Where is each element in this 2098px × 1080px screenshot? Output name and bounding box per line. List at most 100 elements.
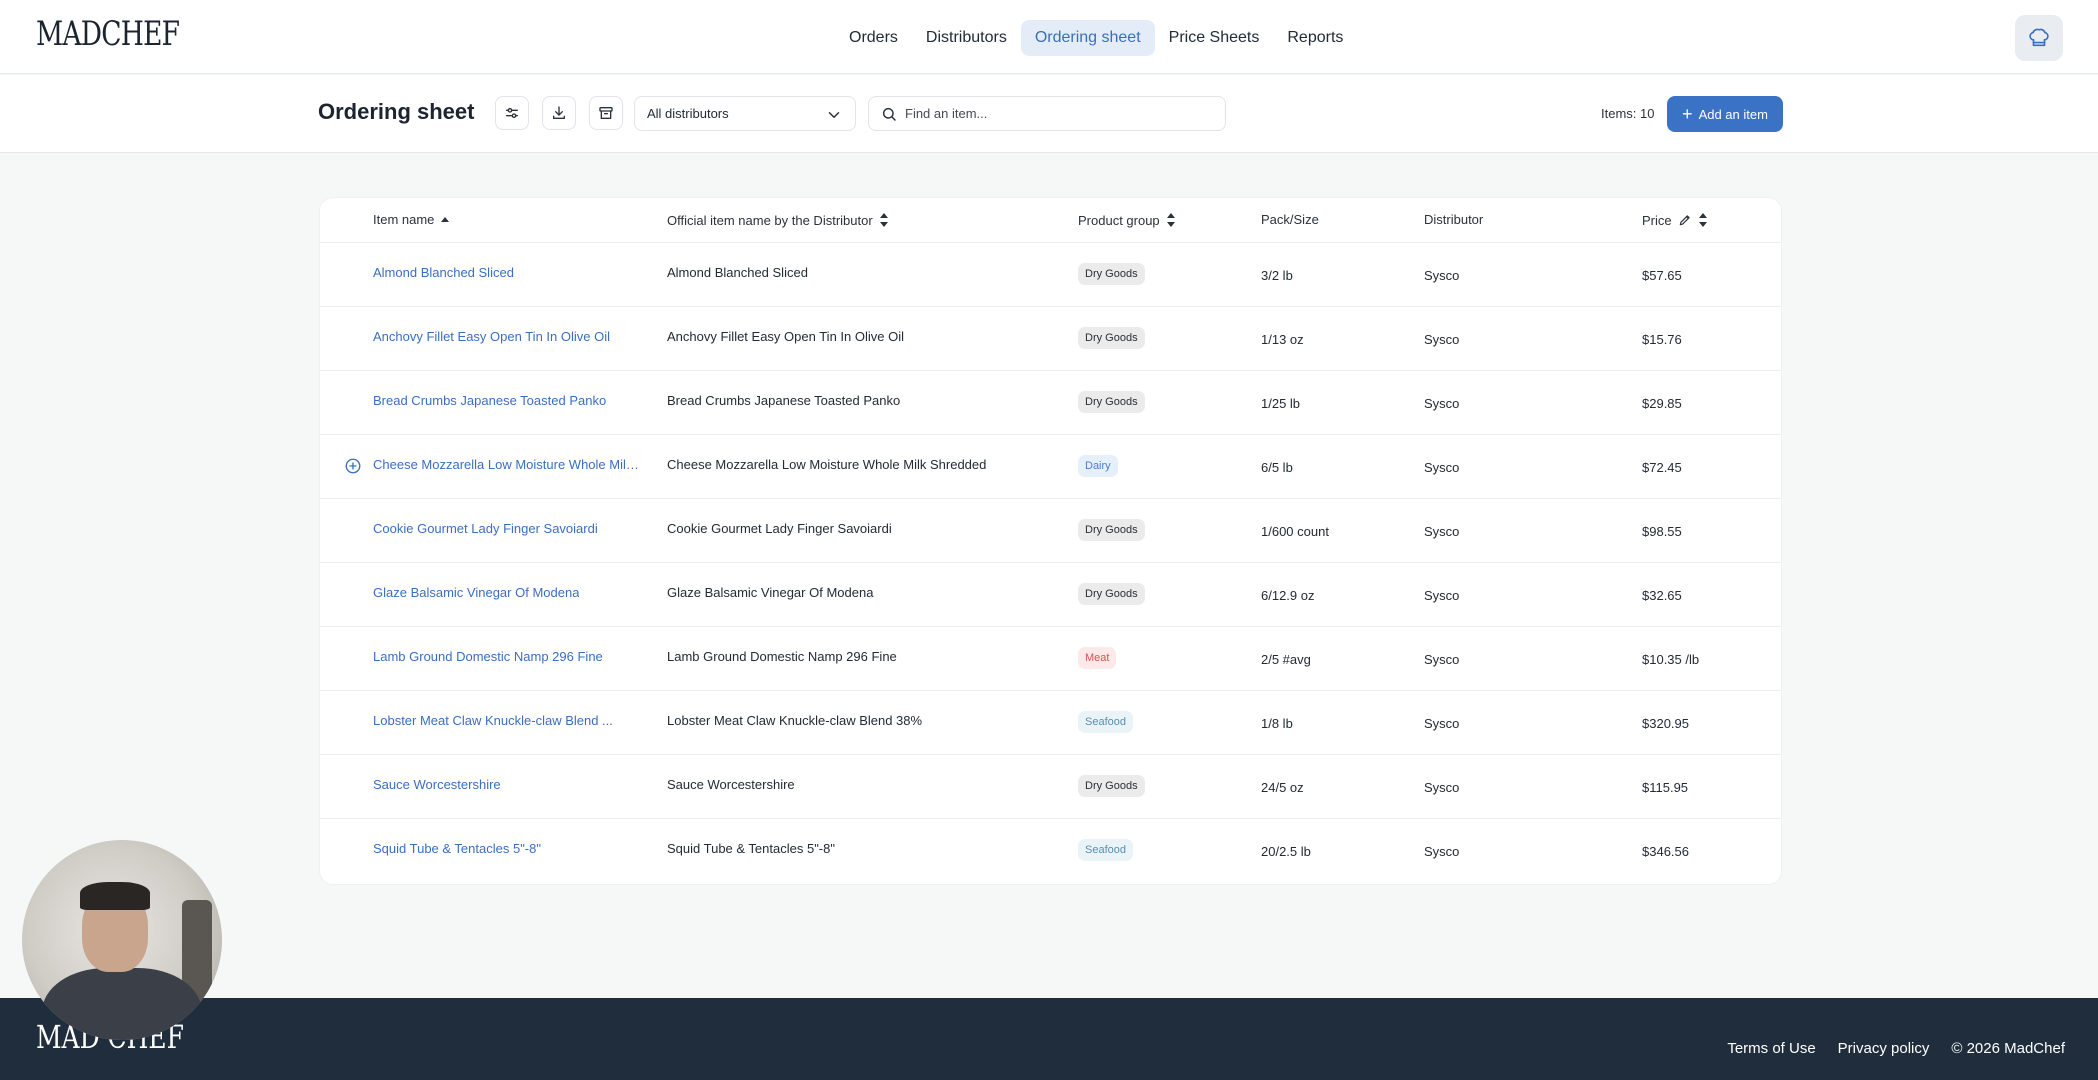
price-value: $346.56 — [1642, 844, 1689, 859]
distributor-name: Sysco — [1424, 268, 1460, 283]
search-icon — [882, 107, 896, 121]
distributor-select[interactable]: All distributors — [634, 96, 856, 131]
table-row: Almond Blanched Sliced Almond Blanched Sl… — [320, 243, 1781, 307]
header-distributor-label: Distributor — [1424, 212, 1484, 227]
pack-size: 1/600 count — [1261, 524, 1329, 539]
webcam-person-body — [42, 968, 202, 1040]
price-value: $10.35 /lb — [1642, 652, 1700, 667]
nav-ordering-sheet[interactable]: Ordering sheet — [1020, 20, 1155, 56]
distributor-name: Sysco — [1424, 396, 1460, 411]
footer-terms-link[interactable]: Terms of Use — [1727, 1040, 1815, 1057]
official-item-name: Glaze Balsamic Vinegar Of Modena — [667, 585, 874, 600]
add-item-button[interactable]: + Add an item — [1667, 96, 1783, 132]
plus-icon: + — [1682, 104, 1693, 124]
header-price[interactable]: Price — [1642, 212, 1708, 228]
nav-price-sheets[interactable]: Price Sheets — [1155, 20, 1274, 56]
item-name-link[interactable]: Almond Blanched Sliced — [373, 265, 514, 280]
pack-size: 1/25 lb — [1261, 396, 1301, 411]
table-row: Cheese Mozzarella Low Moisture Whole Mil… — [320, 435, 1781, 499]
pencil-icon[interactable] — [1678, 213, 1692, 227]
table-header: Item name Official item name by the Dist… — [320, 198, 1781, 243]
table-row: Squid Tube & Tentacles 5"-8" Squid Tube &… — [320, 819, 1781, 883]
distributor-name: Sysco — [1424, 844, 1460, 859]
official-item-name: Sauce Worcestershire — [667, 777, 795, 792]
webcam-person-hair — [80, 882, 150, 910]
table-row: Bread Crumbs Japanese Toasted Panko Bread… — [320, 371, 1781, 435]
product-group-badge: Seafood — [1078, 711, 1133, 733]
pack-size: 24/5 oz — [1261, 780, 1304, 795]
download-icon — [553, 106, 565, 119]
header-official-name[interactable]: Official item name by the Distributor — [667, 212, 889, 228]
item-name-link[interactable]: Lobster Meat Claw Knuckle-claw Blend ... — [373, 713, 613, 728]
price-value: $115.95 — [1642, 780, 1689, 795]
product-group-cell: Dry Goods — [1078, 263, 1145, 285]
nav-orders[interactable]: Orders — [835, 20, 912, 56]
sort-icon — [1698, 213, 1707, 227]
footer-privacy-link[interactable]: Privacy policy — [1838, 1040, 1930, 1057]
price-value: $98.55 — [1642, 524, 1682, 539]
price-value: $32.65 — [1642, 588, 1682, 603]
download-button[interactable] — [542, 96, 576, 130]
official-item-name: Cheese Mozzarella Low Moisture Whole Mil… — [667, 457, 987, 472]
table-row: Glaze Balsamic Vinegar Of Modena Glaze Ba… — [320, 563, 1781, 627]
item-name-link[interactable]: Sauce Worcestershire — [373, 777, 501, 792]
header-item-name-label: Item name — [373, 212, 435, 227]
product-group-cell: Meat — [1078, 647, 1117, 669]
sliders-icon — [506, 108, 518, 118]
item-name-link[interactable]: Glaze Balsamic Vinegar Of Modena — [373, 585, 579, 600]
webcam-overlay — [22, 840, 222, 1040]
header-product-group-label: Product group — [1078, 212, 1160, 228]
chevron-down-icon — [828, 112, 840, 118]
product-group-badge: Dairy — [1078, 455, 1118, 477]
official-item-name: Lobster Meat Claw Knuckle-claw Blend 38% — [667, 713, 923, 728]
add-circle-icon[interactable] — [344, 457, 362, 480]
product-group-cell: Dairy — [1078, 455, 1118, 477]
page-toolbar: Ordering sheet All distributors Items: 1… — [0, 75, 2098, 153]
item-name-link[interactable]: Anchovy Fillet Easy Open Tin In Olive Oi… — [373, 329, 610, 344]
footer-copyright: © 2026 MadChef — [1951, 1040, 2065, 1057]
nav-distributors[interactable]: Distributors — [912, 20, 1021, 56]
item-name-link[interactable]: Squid Tube & Tentacles 5"-8" — [373, 841, 541, 856]
item-name-link[interactable]: Cheese Mozzarella Low Moisture Whole Mil… — [373, 457, 643, 472]
pack-size: 1/13 oz — [1261, 332, 1304, 347]
header-pack-size-label: Pack/Size — [1261, 212, 1319, 227]
pack-size: 6/12.9 oz — [1261, 588, 1315, 603]
search-input[interactable] — [905, 106, 1205, 121]
item-name-link[interactable]: Lamb Ground Domestic Namp 296 Fine — [373, 649, 603, 664]
pack-size: 20/2.5 lb — [1261, 844, 1311, 859]
table-row: Cookie Gourmet Lady Finger Savoiardi Cook… — [320, 499, 1781, 563]
table-row: Anchovy Fillet Easy Open Tin In Olive Oi… — [320, 307, 1781, 371]
header-product-group[interactable]: Product group — [1078, 212, 1176, 228]
filter-settings-button[interactable] — [495, 96, 529, 130]
item-name-link[interactable]: Bread Crumbs Japanese Toasted Panko — [373, 393, 606, 408]
product-group-badge: Dry Goods — [1078, 775, 1145, 797]
distributor-select-value: All distributors — [647, 106, 729, 121]
header-official-name-label: Official item name by the Distributor — [667, 212, 873, 228]
header-distributor: Distributor — [1424, 212, 1483, 227]
header-price-label: Price — [1642, 212, 1672, 228]
price-value: $72.45 — [1642, 460, 1682, 475]
pack-size: 2/5 #avg — [1261, 652, 1311, 667]
product-group-badge: Meat — [1078, 647, 1117, 669]
distributor-name: Sysco — [1424, 716, 1460, 731]
product-group-cell: Seafood — [1078, 839, 1133, 861]
add-item-label: Add an item — [1698, 106, 1768, 122]
madchef-logo[interactable]: MADCHEF — [36, 14, 180, 54]
product-group-cell: Dry Goods — [1078, 327, 1145, 349]
table-row: Lamb Ground Domestic Namp 296 Fine Lamb G… — [320, 627, 1781, 691]
pack-size: 3/2 lb — [1261, 268, 1293, 283]
table-row: Lobster Meat Claw Knuckle-claw Blend ...… — [320, 691, 1781, 755]
archive-icon — [599, 107, 613, 119]
price-value: $15.76 — [1642, 332, 1682, 347]
table-row: Sauce Worcestershire Sauce Worcestershire… — [320, 755, 1781, 819]
header-item-name[interactable]: Item name — [373, 212, 450, 227]
chef-hat-icon — [2029, 28, 2049, 47]
product-group-cell: Seafood — [1078, 711, 1133, 733]
footer: MAD CHEF Terms of Use Privacy policy © 2… — [0, 998, 2098, 1080]
nav-reports[interactable]: Reports — [1273, 20, 1357, 56]
archive-button[interactable] — [589, 96, 623, 130]
profile-button[interactable] — [2015, 15, 2063, 61]
item-name-link[interactable]: Cookie Gourmet Lady Finger Savoiardi — [373, 521, 598, 536]
price-value: $57.65 — [1642, 268, 1682, 283]
official-item-name: Lamb Ground Domestic Namp 296 Fine — [667, 649, 897, 664]
